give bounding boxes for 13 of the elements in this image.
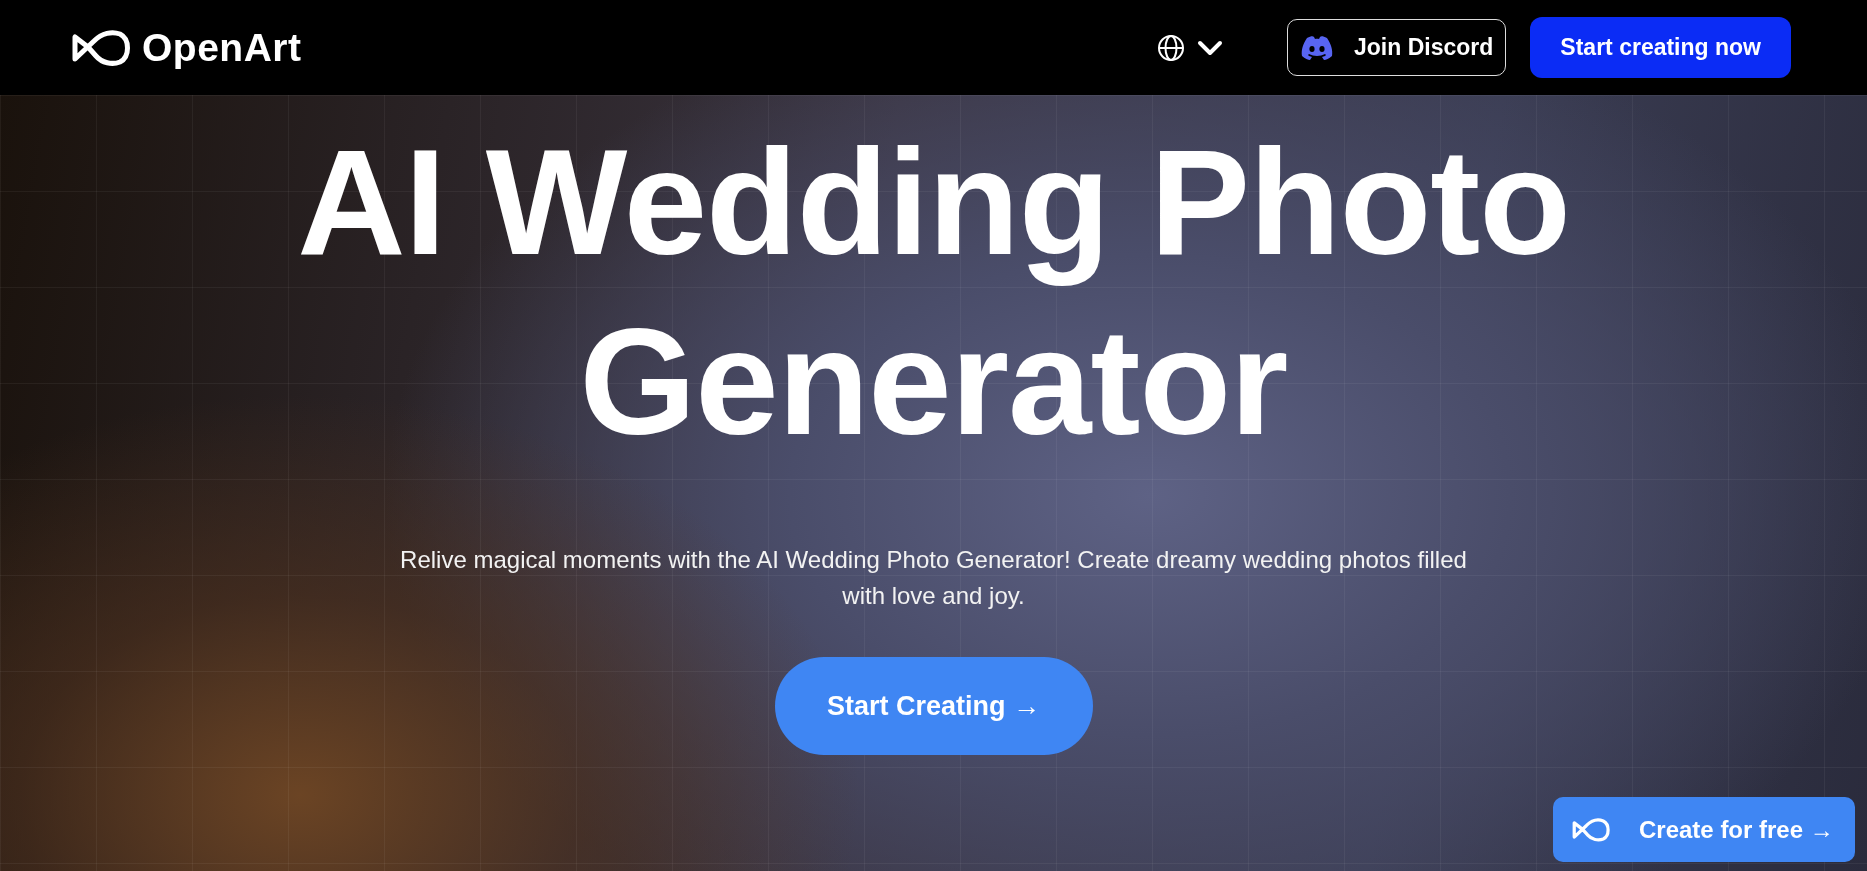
chevron-down-icon (1197, 38, 1224, 57)
create-for-free-button[interactable]: Create for free → (1553, 797, 1855, 862)
logo-icon (1571, 816, 1611, 843)
globe-icon (1157, 33, 1186, 62)
start-creating-now-button[interactable]: Start creating now (1530, 17, 1791, 78)
language-selector[interactable] (1157, 33, 1224, 62)
start-creating-button[interactable]: Start Creating → (774, 657, 1093, 755)
logo-icon (70, 28, 132, 67)
hero-subtitle: Relive magical moments with the AI Wedding Photo Generator! Create dreamy wedding photos filled with love and joy. (399, 545, 1468, 611)
join-discord-button[interactable]: Join Discord (1287, 19, 1507, 76)
hero-title: AI Wedding Photo Generator (296, 117, 1571, 468)
discord-icon (1300, 34, 1335, 61)
logo-text[interactable]: OpenArt (142, 25, 302, 70)
